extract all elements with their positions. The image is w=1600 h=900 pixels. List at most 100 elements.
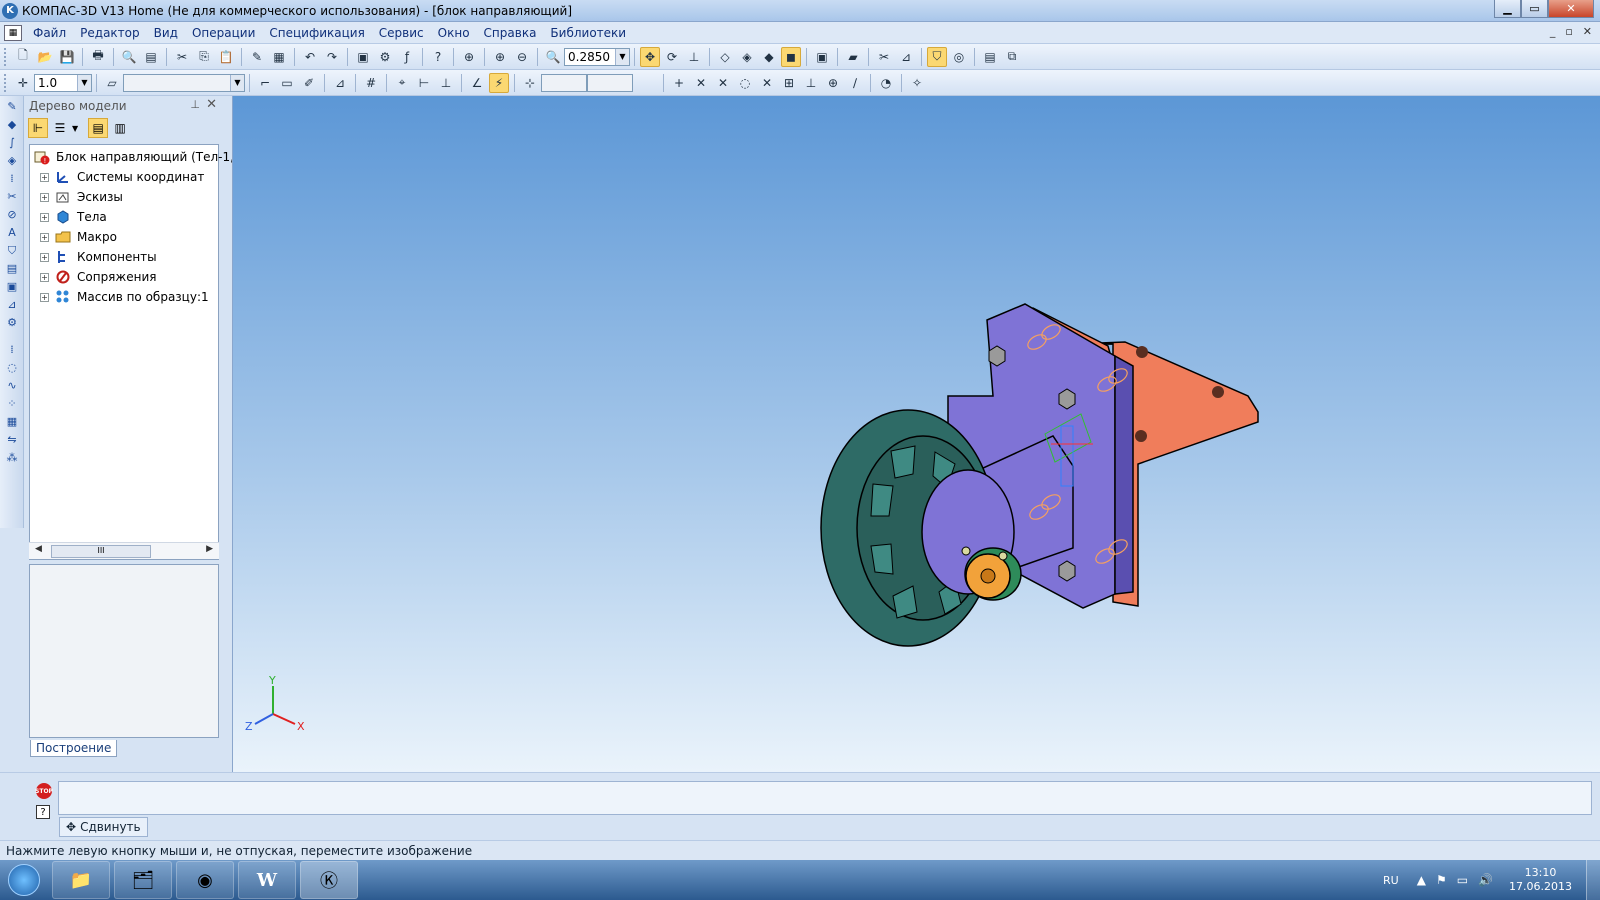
cut-icon[interactable]: ✂ (172, 47, 192, 67)
expand-icon[interactable]: + (40, 232, 49, 242)
snap-circle-icon[interactable]: ⊕ (823, 73, 843, 93)
mirror-icon[interactable]: ⇋ (3, 432, 21, 447)
doc-restore-button[interactable]: ▫ (1565, 25, 1572, 38)
properties-bar[interactable] (58, 781, 1592, 815)
tree-related-icon[interactable]: ▥ (110, 118, 130, 138)
snap-icon[interactable]: ✛ (13, 73, 33, 93)
ruler-icon[interactable]: ⊿ (330, 73, 350, 93)
expand-icon[interactable]: + (40, 272, 49, 282)
layers-icon[interactable]: ▣ (353, 47, 373, 67)
snap-mid-icon[interactable]: ✕ (713, 73, 733, 93)
tree-item-bodies[interactable]: + Тела (30, 207, 218, 227)
library-manager-icon[interactable]: ⚙ (375, 47, 395, 67)
save-icon[interactable]: 💾 (57, 47, 77, 67)
minimize-button[interactable]: ▁ (1494, 0, 1521, 18)
variables-icon[interactable]: ƒ (397, 47, 417, 67)
coord-y-field[interactable] (587, 73, 633, 92)
snap-extra-icon[interactable]: ✧ (907, 73, 927, 93)
tree-item-pattern[interactable]: + Массив по образцу:1 (30, 287, 218, 307)
pattern-grid-icon[interactable]: ⁞ (3, 342, 21, 357)
clock[interactable]: 13:10 17.06.2013 (1509, 866, 1572, 894)
sketch-icon[interactable]: ⌐ (255, 73, 275, 93)
expand-icon[interactable]: + (40, 172, 49, 182)
line-scale-combo[interactable]: 1.0 ▼ (34, 73, 92, 92)
surfaces-icon[interactable]: ◈ (3, 153, 21, 168)
zoom-in-icon[interactable]: ⊕ (490, 47, 510, 67)
snap-tangent-icon[interactable]: ∕ (845, 73, 865, 93)
spec-tool-icon[interactable]: ▤ (3, 261, 21, 276)
dimensions-icon[interactable]: A (3, 225, 21, 240)
wireframe-icon[interactable]: ◇ (715, 47, 735, 67)
properties-icon[interactable]: ✎ (247, 47, 267, 67)
arrays-icon[interactable]: ⁞ (3, 171, 21, 186)
folder-taskbar-icon[interactable]: 🗂 (114, 861, 172, 899)
start-button[interactable] (0, 860, 48, 900)
chrome-taskbar-icon[interactable]: ◉ (176, 861, 234, 899)
menu-file[interactable]: Файл (26, 26, 73, 40)
parametric-icon[interactable]: ⚡ (489, 72, 509, 93)
menu-help[interactable]: Справка (477, 26, 544, 40)
menu-operations[interactable]: Операции (185, 26, 262, 40)
mates-tool-icon[interactable]: ⊘ (3, 207, 21, 222)
kompas-app-icon[interactable]: K (2, 2, 18, 19)
paste-icon[interactable]: 📋 (216, 47, 236, 67)
coord-x-field[interactable] (541, 73, 587, 92)
expand-icon[interactable]: + (40, 292, 49, 302)
pan-icon[interactable]: ✥ (640, 46, 660, 67)
copy-icon[interactable]: ⎘ (194, 47, 214, 67)
shaded-edges-icon[interactable]: ▣ (812, 47, 832, 67)
open-icon[interactable]: 📂 (35, 47, 55, 67)
expand-icon[interactable]: + (40, 212, 49, 222)
tab-pan[interactable]: ✥ Сдвинуть (59, 817, 148, 837)
display-icon[interactable]: ◎ (949, 47, 969, 67)
layer-combo[interactable]: ▼ (123, 73, 245, 92)
point-icon[interactable]: + (669, 73, 689, 93)
filters-icon[interactable]: ⛉ (3, 243, 21, 258)
snap-intersect-icon[interactable]: ✕ (757, 73, 777, 93)
pin-icon[interactable]: ⊥ (190, 98, 200, 111)
help-pointer-icon[interactable]: ? (428, 47, 448, 67)
aux-geometry-icon[interactable]: ✂ (3, 189, 21, 204)
undo-icon[interactable]: ↶ (300, 47, 320, 67)
shaded-icon[interactable]: ◼ (781, 46, 801, 67)
menu-window[interactable]: Окно (431, 26, 477, 40)
editing-icon[interactable]: ✎ (3, 99, 21, 114)
redo-icon[interactable]: ↷ (322, 47, 342, 67)
ortho-icon[interactable]: ⊢ (414, 73, 434, 93)
rotate-icon[interactable]: ⟳ (662, 47, 682, 67)
tree-toggle-icon[interactable]: ▤ (980, 47, 1000, 67)
maximize-button[interactable]: ▭ (1521, 0, 1548, 18)
sample-pattern-icon[interactable]: ⁂ (3, 450, 21, 465)
print-icon[interactable]: 🖶 (88, 47, 108, 67)
expand-icon[interactable]: + (40, 252, 49, 262)
kompas-taskbar-icon[interactable]: Ⓚ (300, 861, 358, 899)
tree-item-macro[interactable]: + Макро (30, 227, 218, 247)
layer-state-icon[interactable]: ▱ (102, 73, 122, 93)
axes-icon[interactable]: ⊥ (436, 73, 456, 93)
close-button[interactable]: ✕ (1548, 0, 1594, 18)
sheet-metal-icon[interactable]: ⊿ (3, 297, 21, 312)
edit-part-icon[interactable]: ✐ (299, 73, 319, 93)
language-indicator[interactable]: RU (1383, 874, 1399, 887)
thin-lines-icon[interactable]: ◆ (759, 47, 779, 67)
stop-icon[interactable]: STOP (35, 783, 53, 799)
table-pattern-icon[interactable]: ▦ (3, 414, 21, 429)
menu-edit[interactable]: Редактор (73, 26, 146, 40)
word-taskbar-icon[interactable]: W (238, 861, 296, 899)
tray-expand-icon[interactable]: ▲ (1417, 873, 1426, 887)
tree-horizontal-scrollbar[interactable]: ◀ III ▶ (29, 542, 219, 559)
action-center-icon[interactable]: ⚑ (1436, 873, 1447, 887)
grid-icon[interactable]: # (361, 73, 381, 93)
reports-icon[interactable]: ▣ (3, 279, 21, 294)
zoom-combo[interactable]: 0.2850 ▼ (564, 47, 630, 66)
tree-item-sketches[interactable]: + Эскизы (30, 187, 218, 207)
hidden-lines-icon[interactable]: ◈ (737, 47, 757, 67)
menu-libraries[interactable]: Библиотеки (543, 26, 633, 40)
manager-icon[interactable]: ▤ (141, 47, 161, 67)
document-icon[interactable]: ▦ (4, 24, 22, 41)
chevron-down-icon[interactable]: ▼ (230, 74, 244, 91)
tree-item-components[interactable]: + Компоненты (30, 247, 218, 267)
circular-pattern-icon[interactable]: ◌ (3, 360, 21, 375)
snap-end-icon[interactable]: ✕ (691, 73, 711, 93)
snap-grid-icon[interactable]: ⊞ (779, 73, 799, 93)
